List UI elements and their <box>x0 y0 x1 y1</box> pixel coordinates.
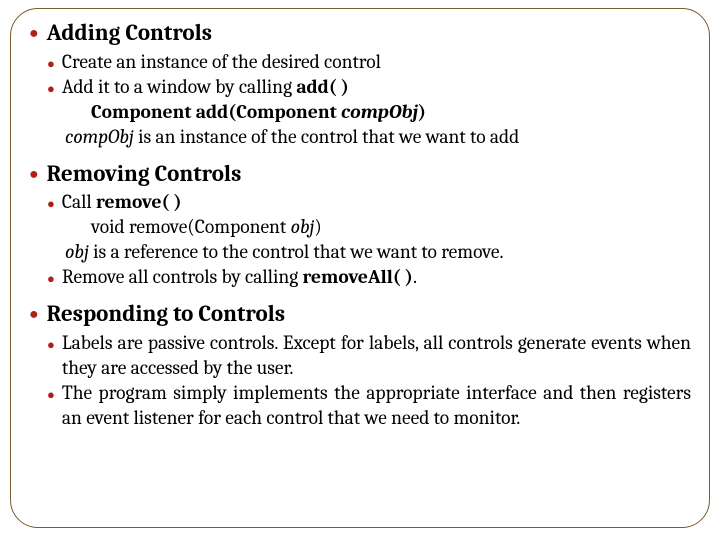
bullet-icon: ● <box>47 198 55 211</box>
section-title: Removing Controls <box>47 160 242 189</box>
bullet-icon: ● <box>29 306 39 322</box>
list-item: Create an instance of the desired contro… <box>62 50 691 75</box>
bullet-icon: ● <box>29 25 39 41</box>
bullet-icon: ● <box>47 339 55 352</box>
list-item: Labels are passive controls. Except for … <box>62 331 691 381</box>
list-item: Remove all controls by calling removeAll… <box>62 265 691 290</box>
method-signature: void remove(Component obj) <box>91 215 691 240</box>
slide-frame: ● Adding Controls ● Create an instance of t… <box>10 8 710 528</box>
list-item: Call remove( ) <box>62 190 691 215</box>
method-signature: Component add(Component compObj) <box>91 100 691 125</box>
bullet-icon: ● <box>47 58 55 71</box>
bullet-icon: ● <box>47 83 55 96</box>
list-item: Add it to a window by calling add( ) <box>62 75 691 100</box>
section-title: Adding Controls <box>47 19 212 48</box>
bullet-icon: ● <box>47 273 55 286</box>
section: ● Adding Controls ● Create an instance of t… <box>29 19 691 150</box>
list-item: The program simply implements the approp… <box>62 381 691 431</box>
bullet-icon: ● <box>29 166 39 182</box>
section: ● Responding to Controls ● Labels are passi… <box>29 300 691 431</box>
note-text: obj is a reference to the control that w… <box>65 240 691 265</box>
section-title: Responding to Controls <box>47 300 285 329</box>
note-text: compObj is an instance of the control th… <box>65 125 691 150</box>
bullet-icon: ● <box>47 389 55 402</box>
section: ● Removing Controls ● Call remove( )void re… <box>29 160 691 291</box>
